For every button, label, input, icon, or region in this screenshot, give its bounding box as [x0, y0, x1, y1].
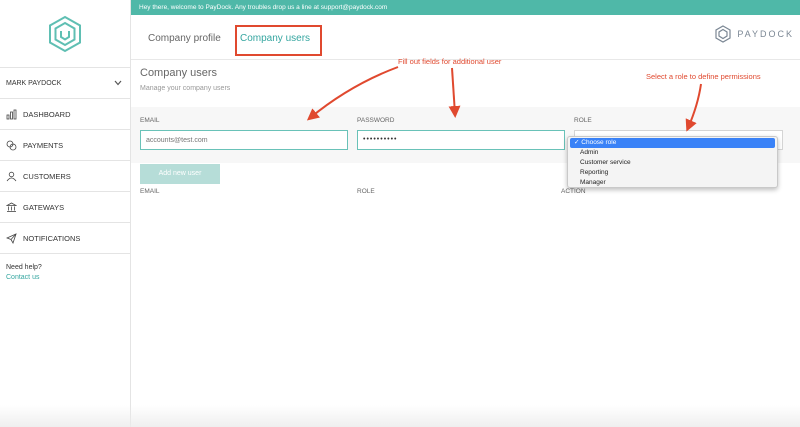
bottom-fade	[0, 405, 800, 427]
table-header-action: ACTION	[561, 188, 586, 195]
paper-plane-icon	[6, 232, 17, 244]
bank-icon	[6, 202, 17, 212]
check-icon: ✓	[574, 139, 580, 146]
tab-company-profile[interactable]: Company profile	[148, 33, 221, 44]
help-section: Need help? Contact us	[0, 254, 130, 292]
app-root: MARK PAYDOCK DASHBOARD PAYMENTS CUSTOMER…	[0, 0, 800, 427]
sidebar-item-customers[interactable]: CUSTOMERS	[0, 161, 130, 192]
bar-chart-icon	[6, 109, 17, 119]
email-label: EMAIL	[140, 117, 160, 124]
sidebar-item-label: PAYMENTS	[23, 140, 64, 150]
sidebar-logo[interactable]	[0, 0, 130, 68]
sidebar-item-label: DASHBOARD	[23, 109, 71, 119]
chevron-down-icon	[114, 80, 122, 86]
role-option-choose[interactable]: ✓ Choose role	[570, 138, 775, 148]
paydock-brand-icon	[715, 25, 731, 43]
sidebar-item-label: GATEWAYS	[23, 202, 65, 212]
paydock-logo-icon	[49, 15, 81, 52]
table-header-email: EMAIL	[140, 188, 160, 195]
add-new-user-button[interactable]: Add new user	[140, 164, 220, 184]
page-subtitle: Manage your company users	[140, 85, 231, 92]
role-option-admin[interactable]: Admin	[568, 148, 777, 158]
sidebar-item-payments[interactable]: PAYMENTS	[0, 130, 130, 161]
password-label: PASSWORD	[357, 117, 395, 124]
users-icon	[6, 171, 17, 181]
email-input[interactable]	[140, 130, 348, 150]
main-content: Company users Manage your company users …	[131, 60, 800, 427]
help-text: Need help?	[6, 264, 42, 271]
role-option-customer-service[interactable]: Customer service	[568, 158, 777, 168]
tab-company-users[interactable]: Company users	[240, 33, 310, 44]
page-title: Company users	[140, 67, 218, 79]
brand-name: PAYDOCK	[737, 29, 794, 39]
brand: PAYDOCK	[715, 25, 794, 43]
user-name: MARK PAYDOCK	[6, 79, 62, 87]
password-input[interactable]: ••••••••••	[357, 130, 565, 150]
sidebar-item-notifications[interactable]: NOTIFICATIONS	[0, 223, 130, 254]
tab-bar: Company profile Company users PAYDOCK	[131, 15, 800, 60]
welcome-banner: Hey there, welcome to PayDock. Any troub…	[131, 0, 800, 15]
sidebar-item-label: CUSTOMERS	[23, 171, 71, 181]
role-option-reporting[interactable]: Reporting	[568, 168, 777, 178]
contact-us-link[interactable]: Contact us	[6, 273, 124, 283]
annotation-fill-fields: Fill out fields for additional user	[398, 57, 502, 66]
user-menu[interactable]: MARK PAYDOCK	[0, 68, 130, 99]
role-label: ROLE	[574, 117, 592, 124]
sidebar-item-label: NOTIFICATIONS	[23, 233, 81, 243]
sidebar-item-gateways[interactable]: GATEWAYS	[0, 192, 130, 223]
role-option-manager[interactable]: Manager	[568, 178, 777, 188]
role-dropdown-menu: ✓ Choose role Admin Customer service Rep…	[567, 136, 778, 188]
sidebar-item-dashboard[interactable]: DASHBOARD	[0, 99, 130, 130]
sidebar: MARK PAYDOCK DASHBOARD PAYMENTS CUSTOMER…	[0, 0, 131, 427]
table-header-role: ROLE	[357, 188, 375, 195]
coins-icon	[6, 140, 17, 150]
annotation-select-role: Select a role to define permissions	[646, 72, 761, 81]
